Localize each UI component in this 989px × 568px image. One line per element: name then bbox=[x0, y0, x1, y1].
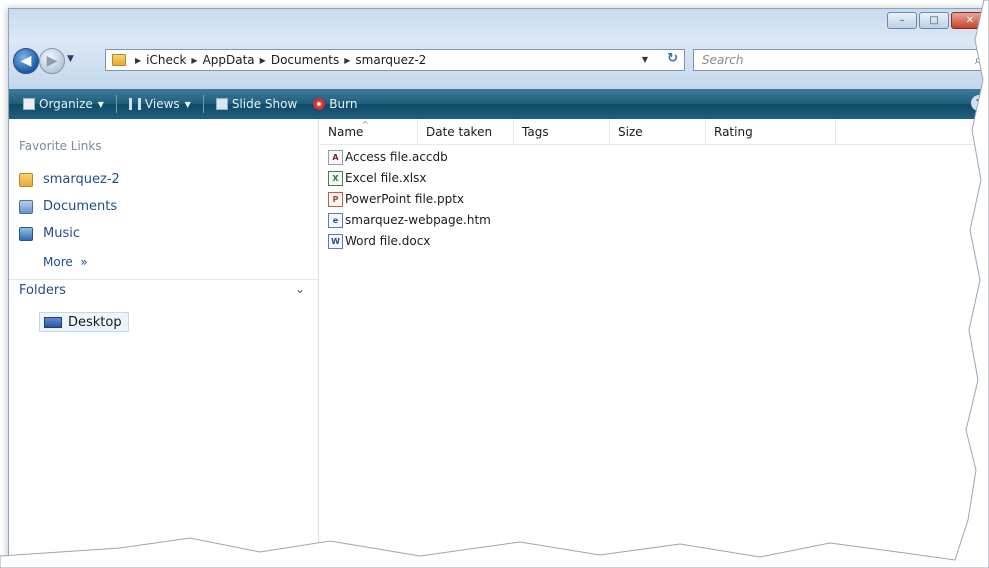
views-button[interactable]: Views ▼ bbox=[123, 93, 197, 115]
file-name: smarquez-webpage.htm bbox=[345, 213, 491, 227]
organize-icon bbox=[23, 98, 35, 110]
column-header-label: Size bbox=[618, 125, 643, 139]
favorite-link-label: Documents bbox=[43, 199, 118, 214]
command-bar: Organize ▼ Views ▼ Slide Show Burn ? bbox=[9, 89, 989, 119]
column-header-label: Date taken bbox=[426, 125, 493, 139]
breadcrumb-item[interactable]: iCheck bbox=[146, 53, 186, 67]
window-controls: – □ ✕ bbox=[887, 12, 989, 29]
burn-button[interactable]: Burn bbox=[307, 93, 363, 115]
file-name: Word file.docx bbox=[345, 234, 431, 248]
favorite-link-documents[interactable]: Documents bbox=[19, 199, 117, 214]
back-button[interactable]: ◀ bbox=[13, 48, 39, 74]
desktop-icon bbox=[44, 316, 62, 328]
explorer-window: – □ ✕ ◀ ▶ ▼ ▶ iCheck ▶ AppData ▶ Documen… bbox=[8, 8, 989, 568]
search-icon[interactable]: ⌕ bbox=[975, 51, 982, 71]
search-input[interactable]: Search ⌕ bbox=[693, 49, 989, 71]
recent-pages-dropdown-icon[interactable]: ▼ bbox=[67, 54, 74, 64]
breadcrumb-arrow-icon[interactable]: ▶ bbox=[260, 56, 266, 65]
file-item[interactable]: A Access file.accdb bbox=[328, 147, 448, 167]
burn-label: Burn bbox=[329, 97, 358, 111]
slideshow-button[interactable]: Slide Show bbox=[210, 93, 303, 115]
more-label: More bbox=[43, 255, 73, 269]
maximize-button[interactable]: □ bbox=[919, 12, 949, 29]
excel-file-icon: X bbox=[328, 170, 343, 186]
column-header-label: Tags bbox=[522, 125, 549, 139]
toolbar-divider bbox=[115, 95, 117, 113]
file-name: PowerPoint file.pptx bbox=[345, 192, 465, 206]
powerpoint-file-icon: P bbox=[328, 191, 343, 207]
column-headers: ^ Name Date taken Tags Size Rating bbox=[320, 119, 989, 145]
file-item[interactable]: e smarquez-webpage.htm bbox=[328, 210, 491, 230]
word-file-icon: W bbox=[328, 233, 343, 249]
favorite-link-label: Music bbox=[43, 226, 80, 241]
column-header-date-taken[interactable]: Date taken bbox=[418, 119, 514, 145]
address-dropdown-icon[interactable]: ▼ bbox=[642, 55, 648, 64]
folder-icon bbox=[112, 54, 126, 66]
breadcrumb-arrow-icon[interactable]: ▶ bbox=[135, 56, 141, 65]
favorite-link-music[interactable]: Music bbox=[19, 226, 80, 241]
documents-icon bbox=[19, 199, 33, 214]
close-button[interactable]: ✕ bbox=[951, 12, 989, 29]
breadcrumb-item[interactable]: Documents bbox=[271, 53, 339, 67]
folders-toggle[interactable]: Folders ⌄ bbox=[9, 279, 319, 301]
file-list-pane: ^ Name Date taken Tags Size Rating A Acc… bbox=[320, 119, 989, 568]
breadcrumb-item[interactable]: smarquez-2 bbox=[355, 53, 426, 67]
slideshow-icon bbox=[215, 98, 228, 110]
chevron-down-icon: ⌄ bbox=[294, 282, 305, 296]
column-header-label: Name bbox=[328, 125, 364, 139]
navigation-pane: Favorite Links smarquez-2 Documents Musi… bbox=[9, 119, 319, 568]
folder-tree-item-desktop[interactable]: Desktop bbox=[39, 312, 129, 332]
title-bar: – □ ✕ ◀ ▶ ▼ ▶ iCheck ▶ AppData ▶ Documen… bbox=[9, 9, 989, 89]
views-icon bbox=[128, 98, 141, 110]
favorite-links-heading: Favorite Links bbox=[19, 139, 102, 153]
breadcrumb-item[interactable]: AppData bbox=[203, 53, 255, 67]
address-bar[interactable]: ▶ iCheck ▶ AppData ▶ Documents ▶ smarque… bbox=[105, 49, 685, 71]
refresh-icon[interactable]: ↻ bbox=[667, 51, 678, 66]
breadcrumb-arrow-icon[interactable]: ▶ bbox=[344, 56, 350, 65]
favorite-link-smarquez-2[interactable]: smarquez-2 bbox=[19, 172, 120, 187]
chevron-down-icon: ▼ bbox=[184, 99, 191, 109]
toolbar-divider bbox=[202, 95, 204, 113]
organize-button[interactable]: Organize ▼ bbox=[17, 93, 110, 115]
file-item[interactable]: P PowerPoint file.pptx bbox=[328, 189, 464, 209]
organize-label: Organize bbox=[39, 97, 93, 111]
access-file-icon: A bbox=[328, 149, 343, 165]
column-header-tags[interactable]: Tags bbox=[514, 119, 610, 145]
burn-disc-icon bbox=[313, 98, 326, 110]
file-name: Excel file.xlsx bbox=[345, 171, 427, 185]
views-label: Views bbox=[144, 97, 180, 111]
minimize-button[interactable]: – bbox=[887, 12, 917, 29]
sort-ascending-icon: ^ bbox=[362, 120, 369, 129]
column-header-rating[interactable]: Rating bbox=[706, 119, 836, 145]
column-header-name[interactable]: ^ Name bbox=[320, 119, 418, 145]
webpage-file-icon: e bbox=[328, 212, 343, 228]
file-name: Access file.accdb bbox=[345, 150, 448, 164]
folder-icon bbox=[19, 172, 33, 187]
favorite-link-label: smarquez-2 bbox=[43, 172, 120, 187]
column-header-label: Rating bbox=[714, 125, 753, 139]
file-item[interactable]: W Word file.docx bbox=[328, 231, 430, 251]
chevron-down-icon: ▼ bbox=[97, 99, 104, 109]
folders-label: Folders bbox=[19, 283, 66, 298]
more-links-button[interactable]: More » bbox=[43, 255, 88, 269]
column-header-size[interactable]: Size bbox=[610, 119, 706, 145]
search-placeholder: Search bbox=[702, 53, 744, 67]
navigation-row: ◀ ▶ ▼ ▶ iCheck ▶ AppData ▶ Documents ▶ s… bbox=[9, 41, 989, 75]
double-chevron-right-icon: » bbox=[76, 255, 88, 269]
slideshow-label: Slide Show bbox=[231, 97, 298, 111]
folder-tree-label: Desktop bbox=[68, 314, 122, 330]
help-icon[interactable]: ? bbox=[971, 95, 987, 111]
music-icon bbox=[19, 226, 33, 241]
file-item[interactable]: X Excel file.xlsx bbox=[328, 168, 426, 188]
forward-button[interactable]: ▶ bbox=[39, 48, 65, 74]
breadcrumb-arrow-icon[interactable]: ▶ bbox=[191, 56, 197, 65]
